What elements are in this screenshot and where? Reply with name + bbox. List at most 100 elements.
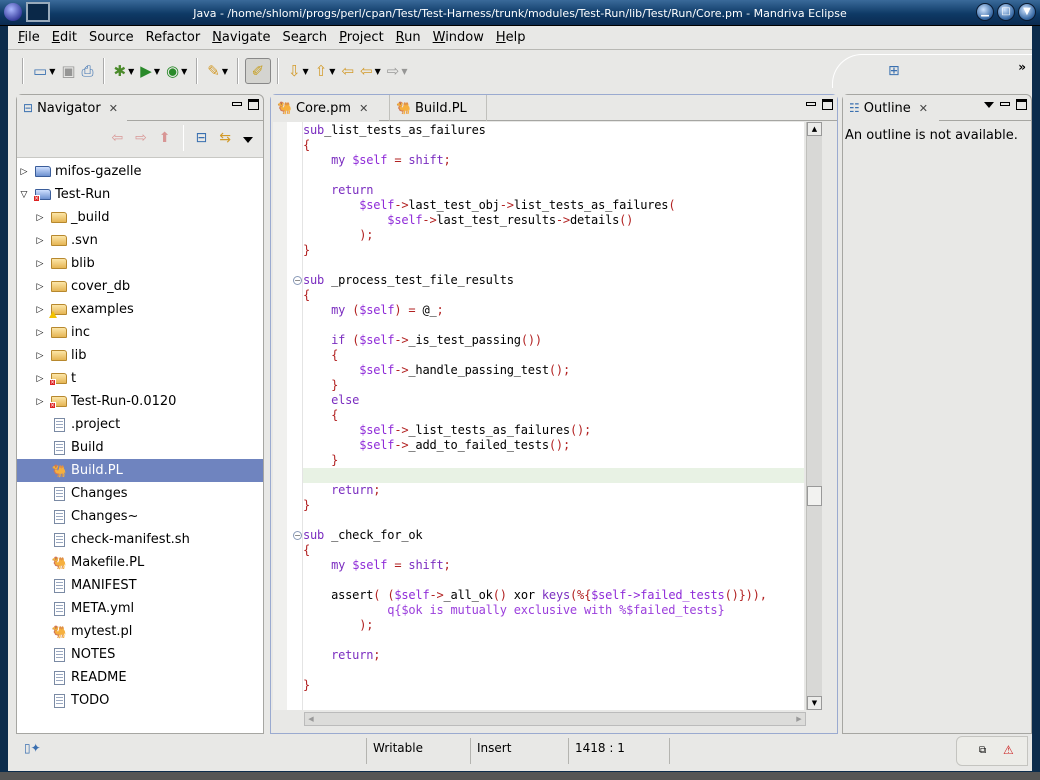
tab-navigator[interactable]: ⊟ Navigator ✕ [17,95,127,121]
collapsed-arrow-icon[interactable]: ▷ [35,236,45,246]
tab-core-pm[interactable]: 🐫 Core.pm ✕ [271,95,379,121]
scroll-right-icon[interactable]: ▶ [793,713,805,725]
tree-item[interactable]: ▽ × Test-Run [17,183,263,206]
menu-refactor[interactable]: Refactor [146,30,201,45]
annotation-ruler[interactable] [273,122,287,710]
outline-icon: ☷ [849,101,860,115]
tree-item[interactable]: META.yml [17,597,263,620]
open-perspective-button[interactable]: ⊞ [888,63,900,79]
tree-item[interactable]: ▷ blib [17,252,263,275]
tree-item[interactable]: Changes~ [17,505,263,528]
forward-button[interactable]: ⇨ ▼ [384,58,411,84]
tree-item[interactable]: NOTES [17,643,263,666]
horizontal-scrollbar[interactable]: ◀ ▶ [304,712,806,726]
last-edit-location-button[interactable]: ⇦ [338,58,357,84]
forward-icon[interactable]: ⇨ [135,130,147,146]
tree-item[interactable]: 🐫 Build.PL [17,459,263,482]
tree-item[interactable]: ▷ × Test-Run-0.0120 [17,390,263,413]
save-button[interactable]: ▣ [58,58,78,84]
back-icon[interactable]: ⇦ [111,130,123,146]
link-with-editor-icon[interactable]: ⇆ [219,130,231,146]
collapsed-arrow-icon[interactable]: ▷ [35,397,45,407]
minimize-view-button[interactable] [232,102,242,106]
collapsed-arrow-icon[interactable]: ▷ [35,351,45,361]
maximize-view-button[interactable] [248,99,259,110]
menu-file[interactable]: File [18,30,40,45]
debug-button[interactable]: ✱ ▼ [111,58,138,84]
new-wizard-button[interactable]: ▭ ▼ [30,58,58,84]
tree-item[interactable]: README [17,666,263,689]
collapsed-arrow-icon[interactable]: ▷ [35,374,45,384]
close-icon[interactable]: ✕ [359,102,368,115]
scroll-thumb[interactable] [807,486,822,506]
collapsed-arrow-icon[interactable]: ▷ [35,328,45,338]
restore-icon[interactable]: ⧉ [979,745,986,756]
close-icon[interactable]: ✕ [919,102,928,115]
menu-search[interactable]: Search [283,30,328,45]
tree-item[interactable]: ▷ cover_db [17,275,263,298]
tree-item[interactable]: ▷ inc [17,321,263,344]
back-button[interactable]: ⇦ ▼ [357,58,384,84]
collapse-all-icon[interactable]: ⊟ [196,130,208,146]
close-window-button[interactable]: ▼ [1018,3,1036,21]
collapsed-arrow-icon[interactable]: ▷ [35,213,45,223]
title-bar[interactable]: Java - /home/shlomi/progs/perl/cpan/Test… [0,0,1040,26]
tree-item[interactable]: TODO [17,689,263,712]
collapsed-arrow-icon[interactable]: ▷ [35,305,45,315]
vertical-scrollbar[interactable]: ▲ ▼ [806,122,822,710]
run-button[interactable]: ▶ ▼ [137,58,163,84]
toolbar-overflow-button[interactable]: » [1018,60,1026,74]
menu-help[interactable]: Help [496,30,526,45]
menu-run[interactable]: Run [396,30,421,45]
tree-item[interactable]: ▷ examples [17,298,263,321]
scroll-down-icon[interactable]: ▼ [807,696,822,710]
code-editor[interactable]: sub_list_tests_as_failures{ my $self = s… [273,122,804,710]
problems-icon[interactable]: ⚠ [1003,743,1014,757]
scroll-up-icon[interactable]: ▲ [807,122,822,136]
menu-project[interactable]: Project [339,30,384,45]
tab-build-pl[interactable]: 🐫 Build.PL [389,95,487,121]
expanded-arrow-icon[interactable]: ▽ [19,190,29,200]
fast-view-icon[interactable]: ▯✦ [24,741,41,755]
fold-toggle-icon[interactable]: − [293,276,302,285]
menu-edit[interactable]: Edit [52,30,77,45]
print-button[interactable]: ⎙ [79,58,97,84]
collapsed-arrow-icon[interactable]: ▷ [19,167,29,177]
tree-item[interactable]: Changes [17,482,263,505]
view-menu-icon[interactable] [243,136,253,143]
tree-item[interactable]: ▷ mifos-gazelle [17,160,263,183]
tab-outline[interactable]: ☷ Outline ✕ [843,95,939,121]
menu-source[interactable]: Source [89,30,134,45]
collapsed-arrow-icon[interactable]: ▷ [35,259,45,269]
maximize-window-button[interactable]: □ [997,3,1015,21]
tree-item[interactable]: 🐫 mytest.pl [17,620,263,643]
minimize-editor-button[interactable] [806,102,816,106]
tree-item[interactable]: Build [17,436,263,459]
minimize-window-button[interactable]: ▁ [976,3,994,21]
minimize-view-button[interactable] [1000,102,1010,106]
tree-item[interactable]: ▷ × t [17,367,263,390]
previous-annotation-button[interactable]: ⇧ ▼ [312,58,339,84]
maximize-editor-button[interactable] [822,99,833,110]
tree-item[interactable]: ▷ .svn [17,229,263,252]
external-tools-button[interactable]: ◉ ▼ [163,58,190,84]
tree-item[interactable]: .project [17,413,263,436]
tree-item[interactable]: ▷ lib [17,344,263,367]
scroll-left-icon[interactable]: ◀ [305,713,317,725]
close-icon[interactable]: ✕ [109,102,118,115]
tree-item[interactable]: MANIFEST [17,574,263,597]
fold-toggle-icon[interactable]: − [293,531,302,540]
maximize-view-button[interactable] [1016,99,1027,110]
mark-occurrences-toggle[interactable]: ✐ [244,58,271,84]
tree-item[interactable]: 🐫 Makefile.PL [17,551,263,574]
menu-navigate[interactable]: Navigate [212,30,270,45]
menu-window[interactable]: Window [433,30,484,45]
view-menu-icon[interactable] [984,102,994,108]
open-type-button[interactable]: ✎ ▼ [204,58,231,84]
up-icon[interactable]: ⬆ [159,130,171,146]
tree-item[interactable]: check-manifest.sh [17,528,263,551]
collapsed-arrow-icon[interactable]: ▷ [35,282,45,292]
navigator-icon: ⊟ [23,101,34,115]
next-annotation-button[interactable]: ⇩ ▼ [285,58,312,84]
tree-item[interactable]: ▷ _build [17,206,263,229]
